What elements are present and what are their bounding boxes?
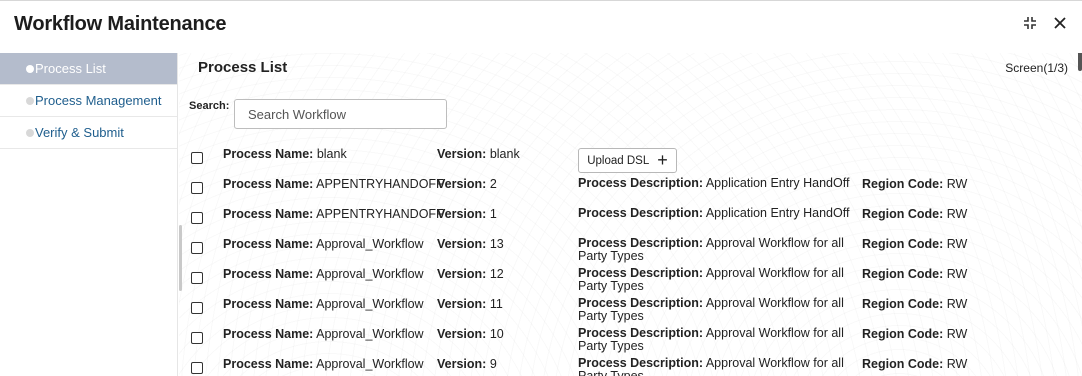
workflow-maintenance-window: Workflow Maintenance Process List Proces… <box>0 0 1082 376</box>
region-cell: Region Code: RW <box>862 297 968 311</box>
description-cell: Process Description: Approval Workflow f… <box>578 236 844 263</box>
version-cell: Version: 9 <box>437 357 497 371</box>
upload-dsl-button[interactable]: Upload DSL + <box>578 148 677 173</box>
process-name-cell: Process Name: Approval_Workflow <box>223 327 424 341</box>
version-cell: Version: blank <box>437 147 520 161</box>
description-cell: Process Description: Approval Workflow f… <box>578 326 844 353</box>
table-row: Process Name: Approval_Workflow Version:… <box>179 293 1082 323</box>
process-name-cell: Process Name: APPENTRYHANDOFF <box>223 207 444 221</box>
step-dot-icon <box>26 97 34 105</box>
table-row: Process Name: Approval_Workflow Version:… <box>179 323 1082 353</box>
page-title: Process List <box>198 59 288 76</box>
sidebar-item-label: Process List <box>35 61 106 76</box>
region-cell: Region Code: RW <box>862 357 968 371</box>
description-cell: Process Description: Approval Workflow f… <box>578 356 844 376</box>
table-row: Process Name: blank Version: blank Uploa… <box>179 143 1082 173</box>
row-checkbox[interactable] <box>191 152 203 164</box>
vertical-scrollbar[interactable] <box>1078 53 1082 71</box>
process-name-cell: Process Name: Approval_Workflow <box>223 297 424 311</box>
table-row: Process Name: Approval_Workflow Version:… <box>179 353 1082 376</box>
process-name-cell: Process Name: Approval_Workflow <box>223 357 424 371</box>
region-cell: Region Code: RW <box>862 177 968 191</box>
version-cell: Version: 11 <box>437 297 503 311</box>
region-cell: Region Code: RW <box>862 267 968 281</box>
title-bar: Workflow Maintenance <box>0 1 1082 43</box>
close-icon[interactable] <box>1052 15 1068 31</box>
row-checkbox[interactable] <box>191 302 203 314</box>
process-name-cell: Process Name: blank <box>223 147 347 161</box>
description-cell: Process Description: Application Entry H… <box>578 206 850 220</box>
sidebar-nav: Process List Process Management Verify &… <box>0 53 178 376</box>
table-row: Process Name: APPENTRYHANDOFF Version: 1… <box>179 203 1082 233</box>
step-dot-icon <box>26 129 34 137</box>
row-checkbox[interactable] <box>191 182 203 194</box>
row-checkbox[interactable] <box>191 272 203 284</box>
main-content: Process List Screen(1/3) Search: Process… <box>179 53 1082 376</box>
row-checkbox[interactable] <box>191 242 203 254</box>
version-cell: Version: 1 <box>437 207 497 221</box>
table-row: Process Name: APPENTRYHANDOFF Version: 2… <box>179 173 1082 203</box>
row-checkbox[interactable] <box>191 332 203 344</box>
row-checkbox[interactable] <box>191 212 203 224</box>
version-cell: Version: 2 <box>437 177 497 191</box>
minimize-icon[interactable] <box>1022 15 1038 31</box>
description-cell: Process Description: Approval Workflow f… <box>578 296 844 323</box>
process-name-cell: Process Name: Approval_Workflow <box>223 237 424 251</box>
process-list: Process Name: blank Version: blank Uploa… <box>179 143 1082 376</box>
process-name-cell: Process Name: APPENTRYHANDOFF <box>223 177 444 191</box>
screen-indicator: Screen(1/3) <box>1005 61 1068 75</box>
row-checkbox[interactable] <box>191 362 203 374</box>
version-cell: Version: 13 <box>437 237 504 251</box>
search-label: Search: <box>189 100 230 112</box>
window-title: Workflow Maintenance <box>14 13 227 35</box>
sidebar-item-process-management[interactable]: Process Management <box>0 85 177 117</box>
description-cell: Process Description: Approval Workflow f… <box>578 266 844 293</box>
search-input[interactable] <box>234 99 447 129</box>
upload-dsl-label: Upload DSL <box>587 154 650 167</box>
table-row: Process Name: Approval_Workflow Version:… <box>179 233 1082 263</box>
sidebar-item-label: Process Management <box>35 93 162 108</box>
sidebar-item-label: Verify & Submit <box>35 125 124 140</box>
region-cell: Region Code: RW <box>862 237 968 251</box>
description-cell: Process Description: Application Entry H… <box>578 176 850 190</box>
version-cell: Version: 10 <box>437 327 504 341</box>
step-dot-icon <box>26 65 34 73</box>
region-cell: Region Code: RW <box>862 327 968 341</box>
sidebar-item-verify-submit[interactable]: Verify & Submit <box>0 117 177 149</box>
version-cell: Version: 12 <box>437 267 504 281</box>
sidebar-item-process-list[interactable]: Process List <box>0 53 177 85</box>
region-cell: Region Code: RW <box>862 207 968 221</box>
plus-icon: + <box>657 149 668 170</box>
process-name-cell: Process Name: Approval_Workflow <box>223 267 424 281</box>
window-controls <box>1022 15 1068 31</box>
table-row: Process Name: Approval_Workflow Version:… <box>179 263 1082 293</box>
